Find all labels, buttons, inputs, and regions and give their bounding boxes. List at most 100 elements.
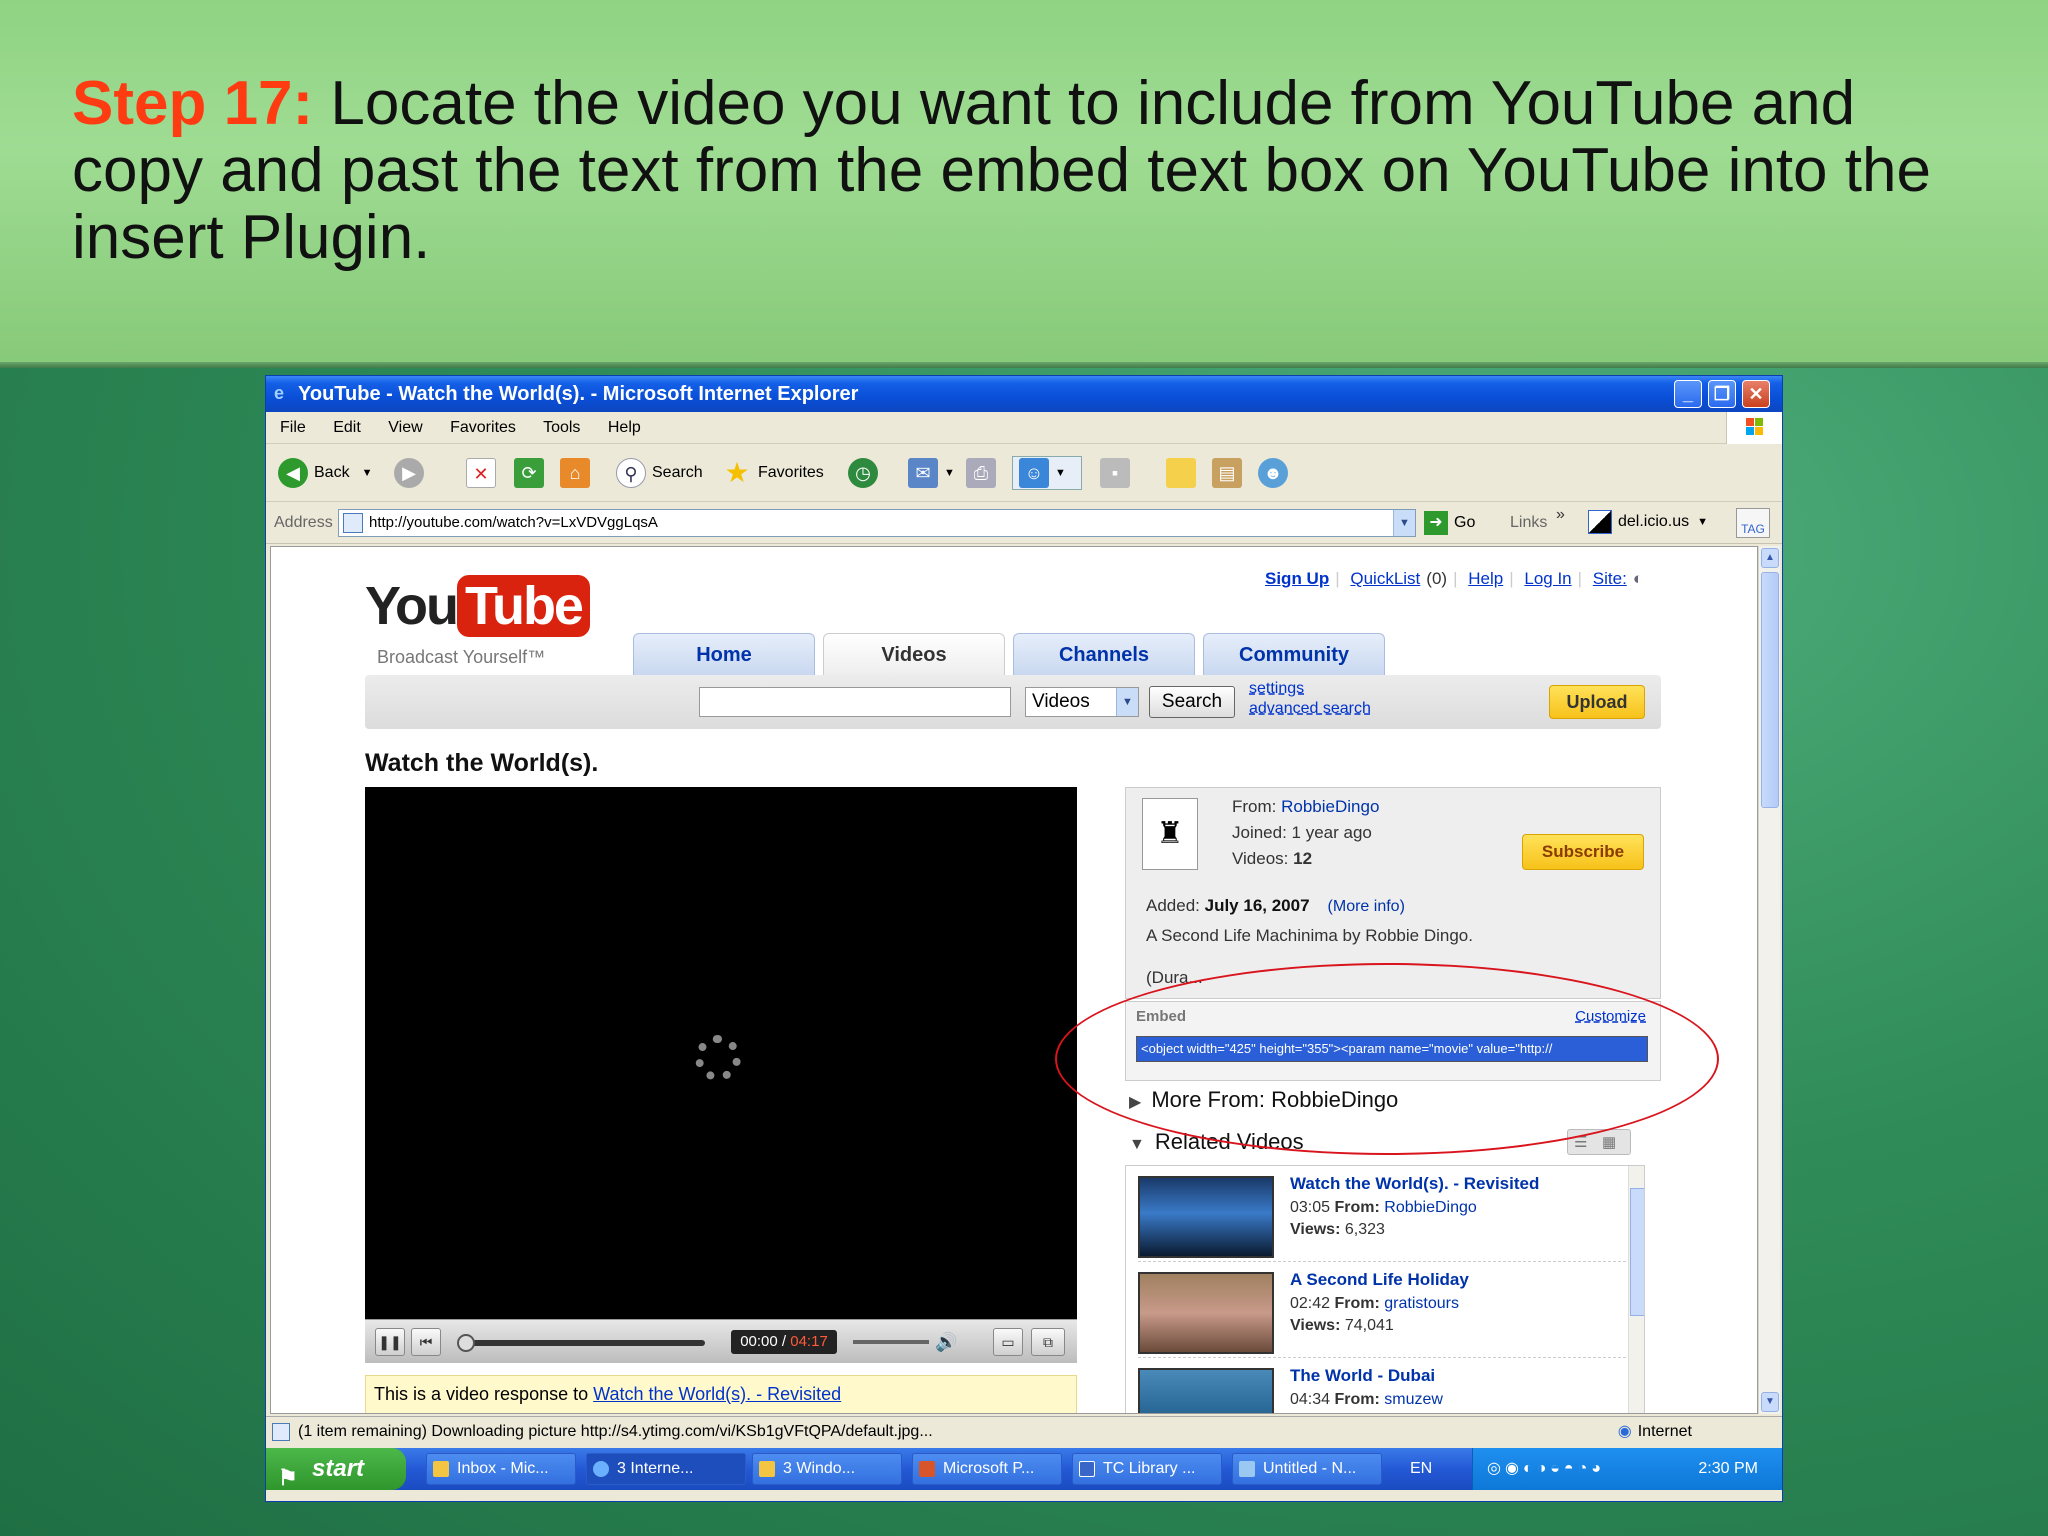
- favorites-button[interactable]: ★ Favorites: [722, 456, 823, 490]
- tag-button[interactable]: TAG: [1736, 508, 1770, 538]
- print-button[interactable]: ⎙: [966, 456, 1002, 490]
- embed-code-field[interactable]: <object width="425" height="355"><param …: [1136, 1036, 1648, 1062]
- more-info-link[interactable]: (More info): [1328, 898, 1405, 915]
- menu-edit[interactable]: Edit: [333, 419, 361, 436]
- refresh-button[interactable]: ⟳: [514, 456, 550, 490]
- page-scroll-thumb[interactable]: [1761, 572, 1779, 808]
- delicious-button[interactable]: del.icio.us ▼: [1588, 510, 1708, 534]
- related-video-title[interactable]: Watch the World(s). - Revisited: [1290, 1174, 1539, 1194]
- volume-slider[interactable]: [853, 1340, 929, 1344]
- page-scrollbar[interactable]: ▲ ▼: [1758, 546, 1780, 1414]
- video-player[interactable]: [365, 787, 1077, 1319]
- video-thumbnail[interactable]: [1138, 1368, 1274, 1413]
- tab-videos[interactable]: Videos: [823, 633, 1005, 675]
- scroll-up-icon[interactable]: ▲: [1761, 548, 1779, 568]
- rewind-button[interactable]: ⏮: [411, 1328, 441, 1356]
- quicklist-link[interactable]: QuickList: [1350, 569, 1420, 588]
- upload-button[interactable]: Upload: [1549, 685, 1645, 719]
- avatar[interactable]: ♜: [1142, 798, 1198, 870]
- uploader-link[interactable]: RobbieDingo: [1384, 1199, 1477, 1216]
- help-link[interactable]: Help: [1468, 569, 1503, 588]
- scroll-down-icon[interactable]: ▼: [1761, 1392, 1779, 1412]
- menu-help[interactable]: Help: [608, 419, 641, 436]
- back-button[interactable]: ◀ Back ▼: [278, 456, 372, 490]
- more-from-toggle[interactable]: ▶ More From: RobbieDingo: [1129, 1087, 1398, 1113]
- title-bar[interactable]: e YouTube - Watch the World(s). - Micros…: [266, 376, 1782, 412]
- tab-home[interactable]: Home: [633, 633, 815, 675]
- customize-link[interactable]: Customize: [1575, 1008, 1646, 1025]
- task-powerpoint[interactable]: Microsoft P...: [912, 1453, 1062, 1485]
- grid-view-icon[interactable]: ▦: [1602, 1133, 1616, 1151]
- related-videos-toggle[interactable]: ▼ Related Videos: [1129, 1129, 1304, 1155]
- settings-link[interactable]: settings: [1249, 679, 1371, 699]
- globe-icon[interactable]: ◐: [1633, 569, 1643, 588]
- home-button[interactable]: ⌂: [560, 456, 596, 490]
- research-button[interactable]: ▤: [1212, 456, 1248, 490]
- messenger-dropdown-icon[interactable]: ▼: [1055, 456, 1066, 490]
- mail-dropdown-icon[interactable]: ▼: [944, 456, 955, 490]
- progress-handle[interactable]: [457, 1334, 475, 1352]
- response-link[interactable]: Watch the World(s). - Revisited: [593, 1384, 841, 1404]
- notes-button[interactable]: [1166, 456, 1202, 490]
- task-internet-explorer[interactable]: 3 Interne...: [586, 1453, 746, 1485]
- search-button[interactable]: ⚲ Search: [616, 456, 703, 490]
- task-windows-explorer[interactable]: 3 Windo...: [752, 1453, 902, 1485]
- discuss-button[interactable]: ▪: [1100, 456, 1136, 490]
- stop-button[interactable]: ✕: [466, 456, 502, 490]
- task-inbox[interactable]: Inbox - Mic...: [426, 1453, 576, 1485]
- forward-button[interactable]: ▶: [394, 456, 430, 490]
- related-video-title[interactable]: The World - Dubai: [1290, 1366, 1435, 1386]
- volume-icon[interactable]: 🔊: [935, 1332, 957, 1353]
- task-tc-library[interactable]: TC Library ...: [1072, 1453, 1222, 1485]
- close-button[interactable]: ✕: [1742, 380, 1770, 408]
- related-video-item[interactable]: Watch the World(s). - Revisited 03:05 Fr…: [1138, 1170, 1626, 1262]
- messenger-button[interactable]: ☺ ▼: [1012, 456, 1082, 490]
- search-submit-button[interactable]: Search: [1149, 686, 1235, 718]
- pause-button[interactable]: ❚❚: [375, 1328, 405, 1356]
- address-input[interactable]: http://youtube.com/watch?v=LxVDVggLqsA ▼: [338, 509, 1416, 537]
- related-scrollbar[interactable]: [1628, 1166, 1644, 1413]
- sign-up-link[interactable]: Sign Up: [1265, 569, 1329, 588]
- menu-view[interactable]: View: [388, 419, 422, 436]
- people-button[interactable]: ☻: [1258, 456, 1294, 490]
- uploader-link[interactable]: gratistours: [1384, 1295, 1459, 1312]
- menu-favorites[interactable]: Favorites: [450, 419, 516, 436]
- video-thumbnail[interactable]: [1138, 1272, 1274, 1354]
- video-thumbnail[interactable]: [1138, 1176, 1274, 1258]
- log-in-link[interactable]: Log In: [1524, 569, 1571, 588]
- subscribe-button[interactable]: Subscribe: [1522, 834, 1644, 870]
- related-video-item[interactable]: The World - Dubai 04:34 From: smuzew: [1138, 1362, 1626, 1413]
- history-button[interactable]: ◷: [848, 456, 884, 490]
- progress-bar[interactable]: [465, 1340, 705, 1346]
- fullscreen-button[interactable]: ⧉: [1031, 1328, 1065, 1356]
- related-scroll-thumb[interactable]: [1630, 1188, 1644, 1316]
- uploader-link[interactable]: smuzew: [1384, 1391, 1443, 1408]
- menu-file[interactable]: File: [280, 419, 306, 436]
- task-notepad[interactable]: Untitled - N...: [1232, 1453, 1382, 1485]
- go-button[interactable]: ➜ Go: [1424, 511, 1475, 535]
- youtube-logo[interactable]: You Tube: [365, 575, 590, 637]
- channel-link[interactable]: RobbieDingo: [1281, 797, 1379, 816]
- search-input[interactable]: [699, 687, 1011, 717]
- search-category-select[interactable]: Videos ▼: [1025, 687, 1139, 717]
- list-view-icon[interactable]: ☰: [1574, 1133, 1587, 1151]
- tab-channels[interactable]: Channels: [1013, 633, 1195, 675]
- popout-button[interactable]: ▭: [993, 1328, 1023, 1356]
- delicious-dropdown-icon[interactable]: ▼: [1697, 516, 1708, 528]
- back-dropdown-icon[interactable]: ▼: [362, 456, 373, 490]
- minimize-button[interactable]: _: [1674, 380, 1702, 408]
- site-link[interactable]: Site:: [1593, 569, 1627, 588]
- start-button[interactable]: ⚑ start: [266, 1448, 406, 1490]
- view-toggle[interactable]: ☰ ▦: [1567, 1129, 1631, 1155]
- related-video-title[interactable]: A Second Life Holiday: [1290, 1270, 1469, 1290]
- related-video-item[interactable]: A Second Life Holiday 02:42 From: gratis…: [1138, 1266, 1626, 1358]
- language-indicator[interactable]: EN: [1410, 1448, 1432, 1490]
- mail-button[interactable]: ✉ ▼: [908, 456, 955, 490]
- tab-community[interactable]: Community: [1203, 633, 1385, 675]
- links-label[interactable]: Links: [1510, 514, 1547, 532]
- advanced-search-link[interactable]: advanced search: [1249, 699, 1371, 719]
- address-dropdown-icon[interactable]: ▼: [1393, 510, 1415, 536]
- links-chevron-icon[interactable]: »: [1556, 506, 1565, 524]
- menu-tools[interactable]: Tools: [543, 419, 580, 436]
- tray-icons[interactable]: ◎◉◐◑◒◓◔◕: [1487, 1460, 1605, 1477]
